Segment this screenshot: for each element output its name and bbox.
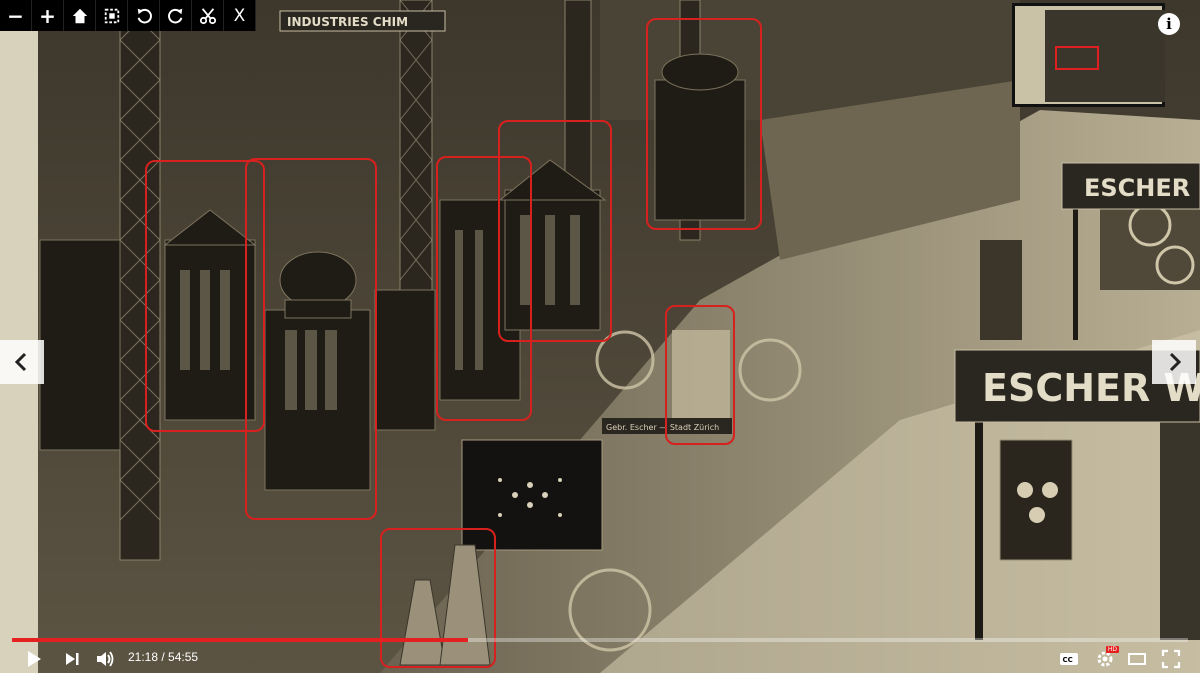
theater-icon — [1128, 653, 1146, 665]
close-icon: X — [233, 5, 246, 26]
hd-badge: HD — [1105, 646, 1119, 653]
time-separator: / — [158, 650, 169, 664]
scissors-icon — [199, 7, 216, 24]
chevron-right-icon — [1169, 352, 1182, 372]
captions-button[interactable]: CC — [1058, 648, 1080, 670]
minimap-viewport-marker[interactable] — [1055, 46, 1099, 70]
rotate-right-icon — [167, 8, 182, 23]
home-button[interactable] — [64, 0, 96, 31]
svg-text:CC: CC — [1063, 656, 1073, 664]
next-video-button[interactable] — [62, 648, 82, 670]
rotate-left-icon — [137, 8, 152, 23]
viewer-toolbar: − + X — [0, 0, 256, 31]
next-image-button[interactable] — [1152, 340, 1196, 384]
rotate-right-button[interactable] — [160, 0, 192, 31]
highlight-box-6 — [665, 305, 735, 445]
captions-icon: CC — [1060, 653, 1078, 665]
close-button[interactable]: X — [224, 0, 256, 31]
next-icon — [66, 653, 79, 665]
time-display: 21:18 / 54:55 — [128, 650, 198, 664]
zoom-out-button[interactable]: − — [0, 0, 32, 31]
theater-mode-button[interactable] — [1126, 648, 1148, 670]
info-icon[interactable]: i — [1158, 13, 1180, 35]
fullpage-icon — [104, 8, 119, 23]
zoom-out-icon: − — [7, 3, 24, 28]
player-controls: 21:18 / 54:55 CC HD — [0, 644, 1200, 673]
video-player[interactable]: ESCHER ESCHER WY INDUSTRIES CHIM Gebr. E… — [0, 0, 1200, 673]
progress-bar[interactable] — [12, 638, 1188, 642]
rotate-left-button[interactable] — [128, 0, 160, 31]
sign-industries: INDUSTRIES CHIM — [287, 15, 408, 29]
play-icon — [28, 651, 41, 667]
highlight-box-5 — [646, 18, 762, 230]
zoom-in-button[interactable]: + — [32, 0, 64, 31]
highlight-box-2 — [245, 158, 377, 520]
settings-button[interactable]: HD — [1094, 646, 1119, 670]
time-total: 54:55 — [168, 650, 199, 664]
fullscreen-icon — [1161, 649, 1181, 669]
crop-button[interactable] — [192, 0, 224, 31]
minimap-navigator[interactable] — [1012, 3, 1165, 107]
chevron-left-icon — [14, 352, 27, 372]
home-icon — [72, 8, 87, 23]
fullpage-button[interactable] — [96, 0, 128, 31]
play-button[interactable] — [24, 648, 44, 670]
time-current: 21:18 — [128, 650, 159, 664]
mute-button[interactable] — [94, 648, 116, 670]
zoom-in-icon: + — [39, 3, 56, 28]
sign-escher-top: ESCHER — [1084, 174, 1190, 202]
previous-button[interactable] — [0, 340, 44, 384]
volume-icon — [97, 651, 114, 667]
highlight-box-4 — [498, 120, 612, 342]
frame-left-edge — [0, 0, 38, 673]
fullscreen-button[interactable] — [1160, 648, 1182, 670]
progress-played — [12, 638, 469, 642]
